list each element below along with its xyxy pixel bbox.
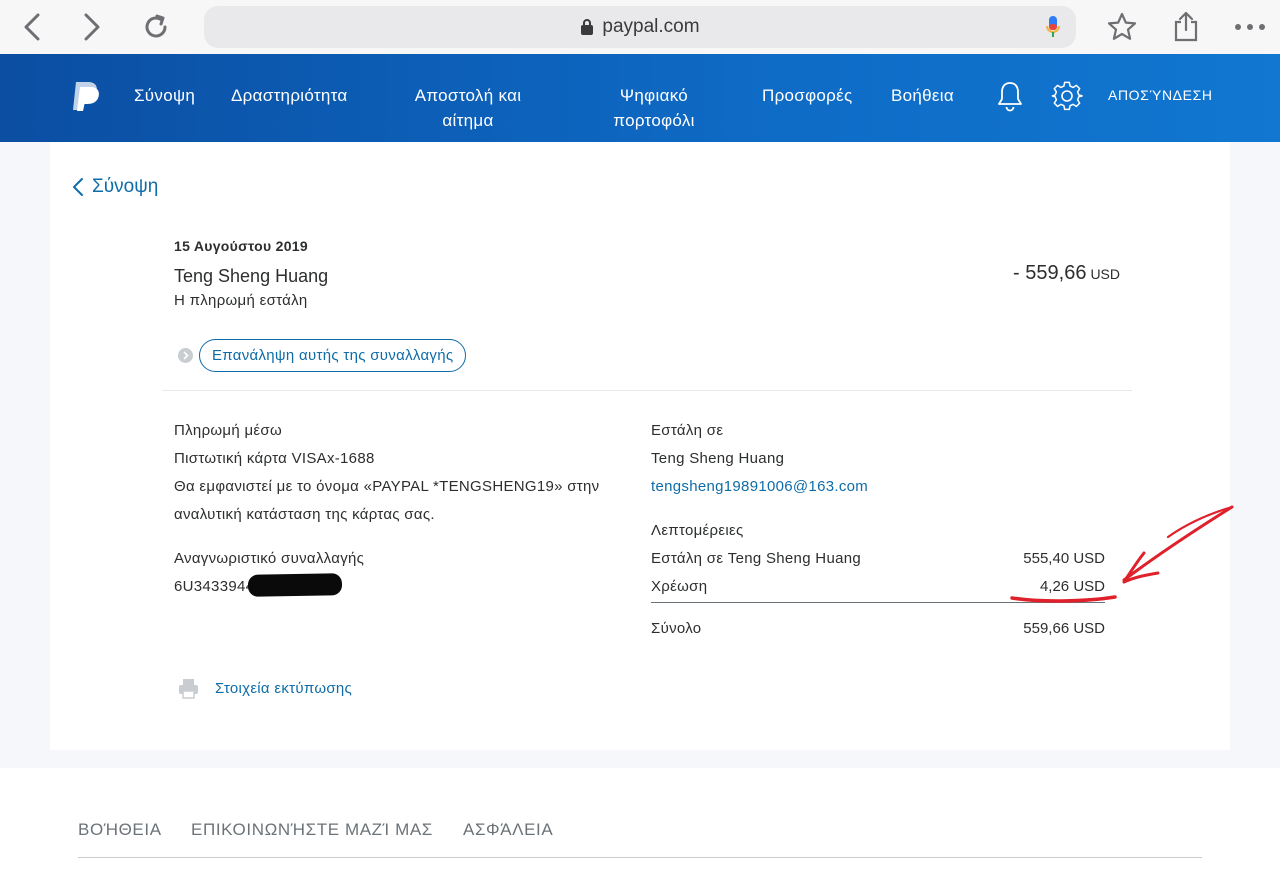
paypal-header: Σύνοψη Δραστηριότητα Αποστολή και αίτημα…: [0, 54, 1280, 142]
back-to-summary-link[interactable]: Σύνοψη: [72, 176, 158, 198]
url-text: paypal.com: [602, 16, 700, 37]
transaction-card: Σύνοψη 15 Αυγούστου 2019 Teng Sheng Huan…: [50, 142, 1230, 750]
repeat-transaction-button[interactable]: Επανάληψη αυτής της συναλλαγής: [199, 339, 467, 372]
red-arrow-annotation: [1010, 505, 1234, 603]
bookmark-star-icon[interactable]: [1106, 10, 1138, 44]
print-details-link[interactable]: Στοιχεία εκτύπωσης: [178, 678, 352, 699]
nav-offers[interactable]: Προσφορές: [762, 83, 853, 108]
nav-summary[interactable]: Σύνοψη: [134, 83, 195, 108]
back-label: Σύνοψη: [92, 176, 159, 197]
gear-icon[interactable]: [1051, 80, 1083, 117]
footer-contact-link[interactable]: ΕΠΙΚΟΙΝΩΝΉΣΤΕ ΜΑΖΊ ΜΑΣ: [191, 820, 433, 840]
transaction-date: 15 Αυγούστου 2019: [174, 238, 308, 254]
browser-toolbar: paypal.com: [0, 0, 1280, 54]
counterparty-name: Teng Sheng Huang: [174, 266, 329, 286]
total-value: 559,66 USD: [1023, 620, 1105, 637]
repeat-chevron-icon: [178, 348, 193, 363]
payment-card: Πιστωτική κάρτα VISAx-1688: [174, 450, 375, 467]
footer-divider: [78, 857, 1202, 858]
logout-link[interactable]: ΑΠΟΣΎΝΔΕΣΗ: [1108, 87, 1213, 103]
nav-send-request[interactable]: Αποστολή και αίτημα: [404, 83, 532, 133]
recipient-email-link[interactable]: tengsheng19891006@163.com: [651, 478, 868, 495]
printer-icon: [179, 679, 198, 699]
microphone-icon[interactable]: [1046, 15, 1060, 45]
forward-arrow-icon[interactable]: [76, 10, 108, 44]
paypal-logo-icon[interactable]: [70, 80, 100, 117]
nav-help[interactable]: Βοήθεια: [891, 83, 954, 108]
total-label: Σύνολο: [651, 620, 702, 637]
amount-value: - 559,66: [1013, 262, 1087, 284]
sent-to-heading: Εστάλη σε: [651, 422, 724, 439]
transaction-amount: - 559,66 USD: [1013, 262, 1120, 285]
payment-method-heading: Πληρωμή μέσω: [174, 422, 282, 439]
footer-help-link[interactable]: ΒΟΉΘΕΙΑ: [78, 820, 162, 840]
nav-wallet[interactable]: Ψηφιακό πορτοφόλι: [600, 83, 708, 133]
fee-label: Χρέωση: [651, 578, 708, 595]
lock-icon: [580, 18, 594, 36]
page-footer: ΒΟΉΘΕΙΑ ΕΠΙΚΟΙΝΩΝΉΣΤΕ ΜΑΖΊ ΜΑΣ ΑΣΦΆΛΕΙΑ: [0, 768, 1280, 882]
address-bar[interactable]: paypal.com: [204, 6, 1076, 48]
statement-note-line2: αναλυτική κατάσταση της κάρτας σας.: [174, 506, 435, 523]
detail-row-label: Εστάλη σε Teng Sheng Huang: [651, 550, 862, 567]
transaction-status: Η πληρωμή εστάλη: [174, 292, 308, 309]
footer-security-link[interactable]: ΑΣΦΆΛΕΙΑ: [463, 820, 553, 840]
bell-icon[interactable]: [996, 80, 1024, 117]
amount-currency: USD: [1090, 266, 1120, 282]
recipient-name: Teng Sheng Huang: [651, 450, 785, 467]
section-divider: [162, 390, 1132, 391]
transaction-id-heading: Αναγνωριστικό συναλλαγής: [174, 550, 365, 567]
more-options-icon[interactable]: [1234, 10, 1266, 44]
reload-icon[interactable]: [140, 10, 172, 44]
share-icon[interactable]: [1170, 10, 1202, 44]
statement-note-line1: Θα εμφανιστεί με το όνομα «PAYPAL *TENGS…: [174, 478, 600, 495]
chevron-left-icon: [73, 178, 83, 196]
redaction-mark: [247, 573, 343, 597]
nav-activity[interactable]: Δραστηριότητα: [231, 83, 348, 108]
print-label: Στοιχεία εκτύπωσης: [215, 680, 353, 697]
back-arrow-icon[interactable]: [16, 10, 48, 44]
details-heading: Λεπτομέρειες: [651, 522, 744, 539]
transaction-id: 6U3433944: [174, 578, 255, 595]
